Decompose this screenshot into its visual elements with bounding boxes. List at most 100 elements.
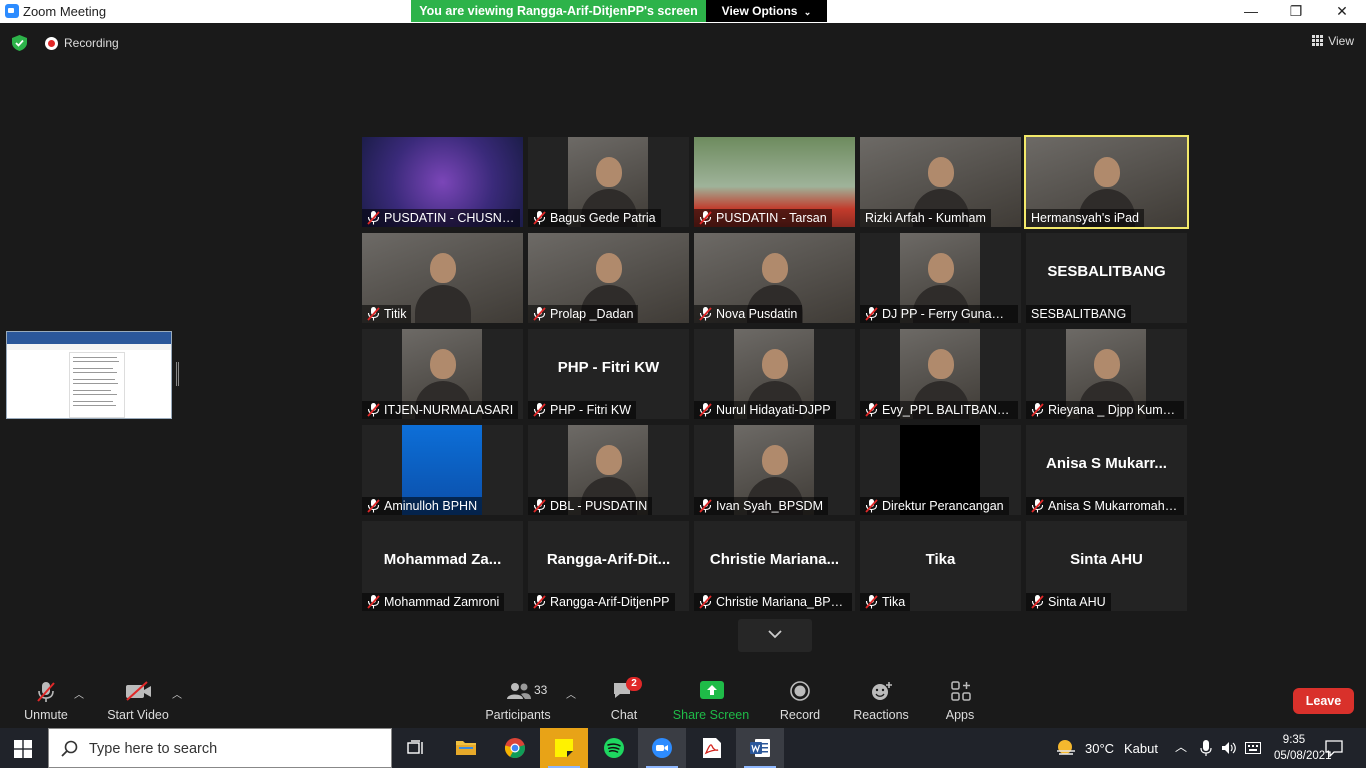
thumbnail-resize-handle[interactable] (176, 362, 179, 386)
audio-options-caret-icon[interactable]: ︿ (74, 686, 84, 701)
show-hidden-icons-chevron-icon[interactable]: ︿ (1175, 738, 1187, 755)
unmute-button[interactable]: Unmute (20, 673, 72, 728)
close-button[interactable]: ✕ (1319, 1, 1365, 22)
next-page-button[interactable] (738, 619, 812, 652)
chevron-down-icon: ⌄ (804, 7, 812, 17)
chat-label: Chat (602, 708, 646, 722)
text-line (73, 401, 113, 402)
microphone-in-use-icon[interactable] (1200, 740, 1212, 757)
participant-name: Mohammad Zamroni (384, 595, 499, 609)
participant-name-label: Hermansyah's iPad (1026, 209, 1144, 227)
participant-tile[interactable]: Evy_PPL BALITBANG H... (860, 329, 1021, 419)
folder-icon (455, 738, 477, 756)
participant-name: Rieyana _ Djpp Kumh... (1048, 403, 1180, 417)
mic-muted-icon (533, 211, 546, 225)
file-explorer-taskbar-button[interactable] (442, 728, 490, 768)
participant-tile[interactable]: Rangga-Arif-Dit...Rangga-Arif-DitjenPP (528, 521, 689, 611)
leave-button[interactable]: Leave (1293, 688, 1354, 714)
zoom-taskbar-button[interactable] (638, 728, 686, 768)
text-line (73, 390, 111, 391)
participant-tile[interactable]: SESBALITBANGSESBALITBANG (1026, 233, 1187, 323)
video-options-caret-icon[interactable]: ︿ (172, 686, 182, 701)
participant-tile[interactable]: PHP - Fitri KWPHP - Fitri KW (528, 329, 689, 419)
participant-tile[interactable]: Titik (362, 233, 523, 323)
meeting-toolbar: Unmute ︿ Start Video ︿ Participants 33 ︿… (0, 673, 1366, 728)
input-indicator-icon[interactable] (1245, 742, 1261, 754)
chrome-taskbar-button[interactable] (491, 728, 539, 768)
apps-icon (951, 681, 971, 701)
participant-silhouette (430, 349, 456, 379)
minimize-button[interactable]: — (1228, 1, 1274, 22)
weather-temperature[interactable]: 30°C (1085, 741, 1114, 756)
zoom-icon (651, 737, 673, 759)
recording-icon (45, 37, 58, 50)
volume-icon[interactable] (1221, 741, 1237, 755)
mic-muted-icon (36, 681, 56, 703)
participants-button[interactable]: Participants (484, 673, 552, 728)
word-taskbar-button[interactable] (736, 728, 784, 768)
apps-label: Apps (938, 708, 982, 722)
participant-tile[interactable]: Direktur Perancangan (860, 425, 1021, 515)
sticky-notes-taskbar-button[interactable] (540, 728, 588, 768)
grid-view-icon (1312, 35, 1323, 46)
participant-name-label: Prolap _Dadan (528, 305, 638, 323)
spotify-taskbar-button[interactable] (590, 728, 638, 768)
participant-tile[interactable]: DJ PP - Ferry Gunawa... (860, 233, 1021, 323)
participants-options-caret-icon[interactable]: ︿ (566, 686, 576, 701)
participant-name-label: ITJEN-NURMALASARI (362, 401, 518, 419)
weather-description[interactable]: Kabut (1124, 741, 1158, 756)
participant-tile[interactable]: DBL - PUSDATIN (528, 425, 689, 515)
participant-tile[interactable]: ITJEN-NURMALASARI (362, 329, 523, 419)
task-view-button[interactable] (392, 728, 440, 768)
start-video-button[interactable]: Start Video (104, 673, 172, 728)
view-button[interactable]: View (1312, 34, 1354, 48)
participant-tile[interactable]: Rizki Arfah - Kumham (860, 137, 1021, 227)
participant-tile[interactable]: Hermansyah's iPad (1026, 137, 1187, 227)
participant-name: PUSDATIN - Tarsan (716, 211, 827, 225)
text-line (73, 372, 117, 373)
text-line (73, 383, 118, 384)
unmute-label: Unmute (20, 708, 72, 722)
recording-label[interactable]: Recording (64, 36, 119, 50)
notifications-icon[interactable] (1325, 740, 1343, 757)
participant-tile[interactable]: Nova Pusdatin (694, 233, 855, 323)
participant-name-label: Bagus Gede Patria (528, 209, 661, 227)
security-shield-icon[interactable] (12, 35, 27, 51)
participant-name: Direktur Perancangan (882, 499, 1004, 513)
participant-tile[interactable]: Bagus Gede Patria (528, 137, 689, 227)
participant-display-name: Christie Mariana... (700, 551, 849, 568)
participant-tile[interactable]: Ivan Syah_BPSDM (694, 425, 855, 515)
word-toolbar (7, 344, 171, 350)
text-line (73, 405, 116, 406)
windows-start-icon[interactable] (14, 740, 32, 758)
participant-tile[interactable]: Mohammad Za...Mohammad Zamroni (362, 521, 523, 611)
participant-tile[interactable]: Christie Mariana...Christie Mariana_BPS.… (694, 521, 855, 611)
mic-muted-icon (699, 499, 712, 513)
record-button[interactable]: Record (776, 673, 824, 728)
share-screen-button[interactable]: Share Screen (672, 673, 750, 728)
participant-tile[interactable]: Rieyana _ Djpp Kumh... (1026, 329, 1187, 419)
view-options-button[interactable]: View Options ⌄ (706, 0, 827, 22)
shared-screen-thumbnail[interactable] (6, 331, 172, 419)
window-title: Zoom Meeting (23, 4, 106, 19)
maximize-button[interactable]: ❐ (1273, 1, 1319, 22)
participant-tile[interactable]: Nurul Hidayati-DJPP (694, 329, 855, 419)
participant-tile[interactable]: PUSDATIN - Tarsan (694, 137, 855, 227)
participant-name: Rangga-Arif-DitjenPP (550, 595, 670, 609)
reactions-button[interactable]: Reactions (850, 673, 912, 728)
participant-tile[interactable]: PUSDATIN - CHUSNI ... (362, 137, 523, 227)
participant-tile[interactable]: Aminulloh BPHN (362, 425, 523, 515)
participant-tile[interactable]: Prolap _Dadan (528, 233, 689, 323)
pdf-icon (702, 737, 722, 759)
mic-muted-icon (1031, 499, 1044, 513)
pdf-reader-taskbar-button[interactable] (688, 728, 736, 768)
taskbar-clock[interactable]: 9:35 05/08/2021 (1274, 732, 1314, 764)
participant-tile[interactable]: Sinta AHUSinta AHU (1026, 521, 1187, 611)
participant-tile[interactable]: TikaTika (860, 521, 1021, 611)
taskbar-search-box[interactable]: Type here to search (48, 728, 392, 768)
mic-muted-icon (367, 499, 380, 513)
mic-muted-icon (533, 307, 546, 321)
participant-name: ITJEN-NURMALASARI (384, 403, 513, 417)
participant-tile[interactable]: Anisa S Mukarr...Anisa S Mukarromah_... (1026, 425, 1187, 515)
apps-button[interactable]: Apps (938, 673, 982, 728)
